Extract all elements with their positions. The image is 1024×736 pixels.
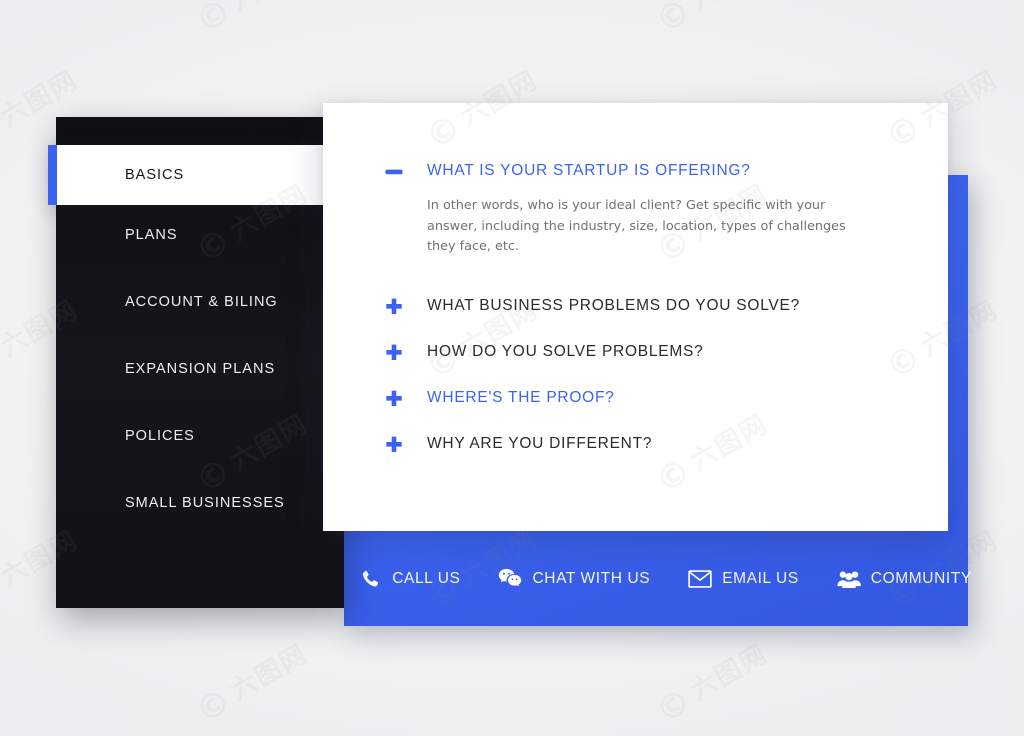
sidebar-item-plans[interactable]: PLANS <box>56 205 344 265</box>
faq-item: HOW DO YOU SOLVE PROBLEMS? <box>385 342 908 362</box>
sidebar-item-label: PLANS <box>125 227 178 243</box>
sidebar-item-basics[interactable]: BASICS <box>48 145 345 205</box>
contact-item-email-us[interactable]: EMAIL US <box>688 567 799 591</box>
plus-icon[interactable] <box>385 390 403 408</box>
faq-question-row[interactable]: WHY ARE YOU DIFFERENT? <box>385 434 908 454</box>
people-group-icon <box>837 567 861 591</box>
faq-item: WHERE'S THE PROOF? <box>385 388 908 408</box>
contact-item-label: EMAIL US <box>722 569 799 587</box>
faq-question-row[interactable]: HOW DO YOU SOLVE PROBLEMS? <box>385 342 908 362</box>
faq-question-row[interactable]: WHERE'S THE PROOF? <box>385 388 908 408</box>
wechat-chat-icon <box>498 567 522 591</box>
sidebar-item-account-and-biling[interactable]: ACCOUNT & BILING <box>56 272 344 332</box>
sidebar-item-label: ACCOUNT & BILING <box>125 294 278 310</box>
envelope-icon <box>688 567 712 591</box>
contact-item-label: CHAT WITH US <box>532 569 651 587</box>
faq-question-row[interactable]: WHAT IS YOUR STARTUP IS OFFERING? <box>385 161 908 181</box>
faq-question-text: HOW DO YOU SOLVE PROBLEMS? <box>427 343 704 361</box>
faq-question-text: WHY ARE YOU DIFFERENT? <box>427 435 653 453</box>
faq-question-text: WHAT BUSINESS PROBLEMS DO YOU SOLVE? <box>427 297 800 315</box>
faq-list: WHAT IS YOUR STARTUP IS OFFERING? In oth… <box>385 161 908 454</box>
faq-question-row[interactable]: WHAT BUSINESS PROBLEMS DO YOU SOLVE? <box>385 296 908 316</box>
contact-item-community[interactable]: COMMUNITY <box>837 567 972 591</box>
contact-item-call-us[interactable]: CALL US <box>358 567 460 591</box>
contact-item-label: CALL US <box>392 569 461 587</box>
sidebar-item-polices[interactable]: POLICES <box>56 406 344 466</box>
sidebar-item-label: EXPANSION PLANS <box>125 361 276 377</box>
minus-icon[interactable] <box>385 163 403 181</box>
faq-question-text: WHAT IS YOUR STARTUP IS OFFERING? <box>427 162 751 179</box>
faq-item: WHAT IS YOUR STARTUP IS OFFERING? In oth… <box>385 161 908 258</box>
sidebar-item-expansion-plans[interactable]: EXPANSION PLANS <box>56 339 344 399</box>
phone-icon <box>358 567 382 591</box>
plus-icon[interactable] <box>385 436 403 454</box>
plus-icon[interactable] <box>385 344 403 362</box>
sidebar-item-label: SMALL BUSINESSES <box>125 495 285 511</box>
sidebar-item-label: POLICES <box>125 428 195 444</box>
contact-bar: CALL US CHAT WITH US EMAIL US COMMUNITY <box>344 531 971 626</box>
faq-item: WHY ARE YOU DIFFERENT? <box>385 434 908 454</box>
faq-panel: WHAT IS YOUR STARTUP IS OFFERING? In oth… <box>323 103 948 531</box>
contact-item-label: COMMUNITY <box>870 569 972 587</box>
plus-icon[interactable] <box>385 298 403 316</box>
faq-item: WHAT BUSINESS PROBLEMS DO YOU SOLVE? <box>385 296 908 316</box>
faq-answer-text: In other words, who is your ideal client… <box>427 198 846 255</box>
faq-question-text: WHERE'S THE PROOF? <box>427 389 615 407</box>
sidebar-navigation: BASICS PLANS ACCOUNT & BILING EXPANSION … <box>48 117 345 608</box>
sidebar-item-small-businesses[interactable]: SMALL BUSINESSES <box>56 473 344 533</box>
active-accent-bar <box>48 145 57 205</box>
sidebar-item-label: BASICS <box>125 167 185 183</box>
contact-item-chat-with-us[interactable]: CHAT WITH US <box>498 567 650 591</box>
